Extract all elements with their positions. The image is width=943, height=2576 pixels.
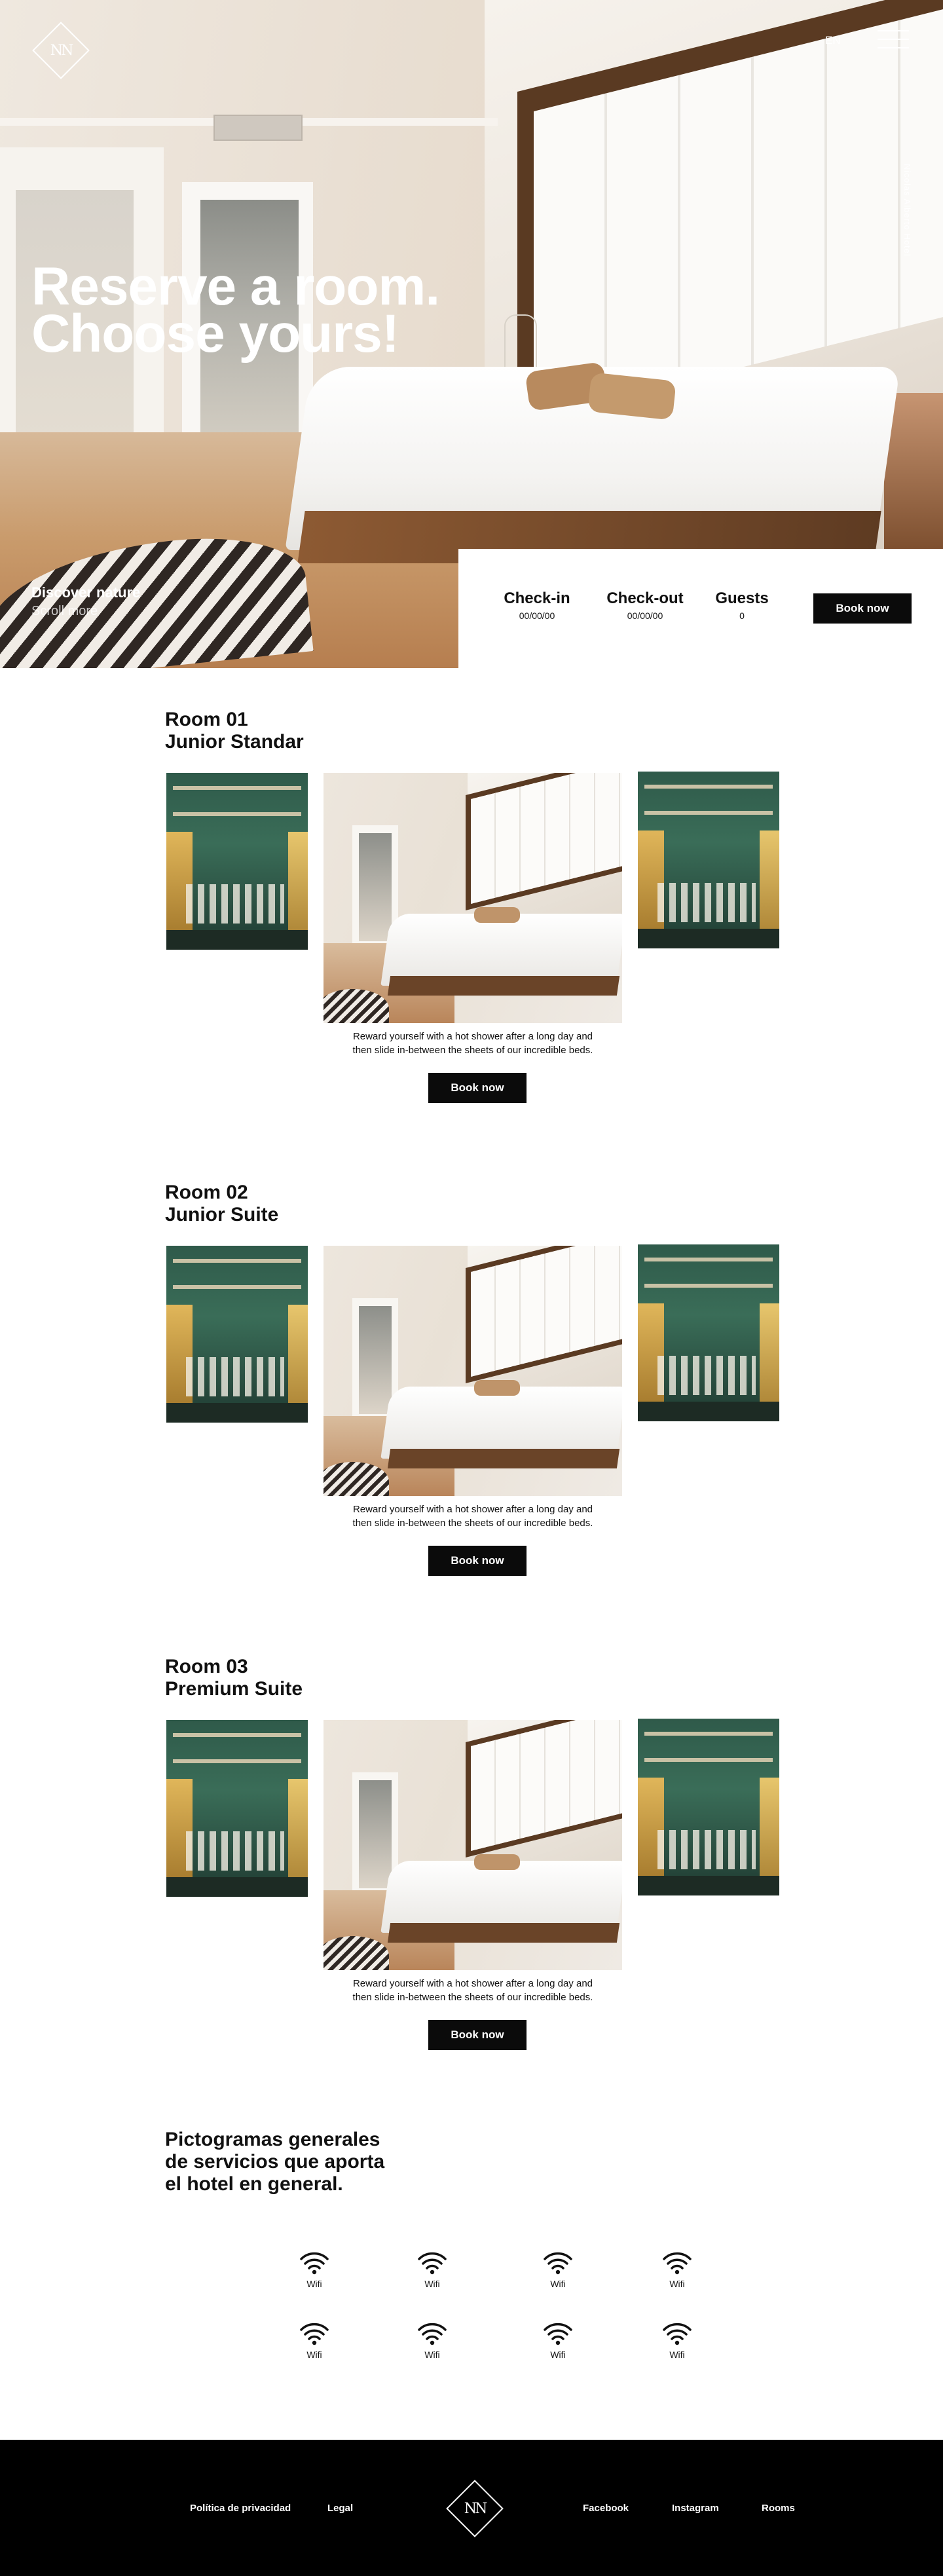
room-main-image[interactable] bbox=[324, 1720, 622, 1970]
guests-field[interactable]: Guests 0 bbox=[706, 589, 778, 621]
room-book-now-button[interactable]: Book now bbox=[428, 1546, 527, 1576]
room-gallery-image-left[interactable] bbox=[166, 773, 308, 950]
room-description: Reward yourself with a hot shower after … bbox=[324, 1030, 622, 1057]
room-title: Room 02 Junior Suite bbox=[165, 1182, 278, 1226]
hero-title: Reserve a room. Choose yours! bbox=[31, 260, 503, 361]
discover-nature-link[interactable]: Discover nature Scroll more bbox=[31, 584, 140, 619]
room-title: Room 03 Premium Suite bbox=[165, 1656, 303, 1700]
service-pictogram: Wifi bbox=[406, 2321, 458, 2360]
language-selector[interactable]: EN bbox=[825, 34, 841, 47]
pictograms-title-line-2: de servicios que aporta bbox=[165, 2151, 385, 2173]
checkin-value: 00/00/00 bbox=[519, 610, 555, 621]
room-name: Junior Standar bbox=[165, 731, 304, 753]
room-description-line-1: Reward yourself with a hot shower after … bbox=[352, 1031, 593, 1042]
room-main-image[interactable] bbox=[324, 1246, 622, 1496]
room-name: Junior Suite bbox=[165, 1204, 279, 1225]
room-description-line-1: Reward yourself with a hot shower after … bbox=[352, 1504, 593, 1515]
pictogram-label: Wifi bbox=[669, 2279, 685, 2289]
room-description-line-1: Reward yourself with a hot shower after … bbox=[352, 1978, 593, 1989]
room-number: Room 02 bbox=[165, 1182, 248, 1203]
room-gallery-image-left[interactable] bbox=[166, 1246, 308, 1423]
pictogram-label: Wifi bbox=[550, 2349, 566, 2360]
room-main-image[interactable] bbox=[324, 773, 622, 1023]
pictogram-label: Wifi bbox=[306, 2279, 322, 2289]
wifi-icon bbox=[300, 2252, 329, 2275]
wifi-icon bbox=[544, 2323, 572, 2345]
room-gallery-image-left[interactable] bbox=[166, 1720, 308, 1897]
room-card: Room 02 Junior Suite Reward yourself wit… bbox=[0, 1182, 943, 1601]
discover-title: Discover nature bbox=[31, 584, 141, 601]
room-gallery-image-right[interactable] bbox=[638, 772, 779, 948]
footer-instagram-link[interactable]: Instagram bbox=[672, 2503, 719, 2514]
service-pictogram: Wifi bbox=[532, 2321, 584, 2360]
footer-rooms-link[interactable]: Rooms bbox=[762, 2503, 795, 2514]
room-description: Reward yourself with a hot shower after … bbox=[324, 1977, 622, 2004]
wifi-icon bbox=[663, 2252, 692, 2275]
room-gallery-image-right[interactable] bbox=[638, 1719, 779, 1895]
service-pictogram: Wifi bbox=[651, 2250, 703, 2289]
wifi-icon bbox=[663, 2323, 692, 2345]
room-card: Room 01 Junior Standar Reward yourself w… bbox=[0, 709, 943, 1128]
service-pictogram: Wifi bbox=[532, 2250, 584, 2289]
room-gallery-image-right[interactable] bbox=[638, 1244, 779, 1421]
logo-monogram: NN bbox=[50, 42, 73, 59]
booking-bar: Check-in 00/00/00 Check-out 00/00/00 Gue… bbox=[498, 589, 917, 629]
checkin-field[interactable]: Check-in 00/00/00 bbox=[498, 589, 576, 621]
footer-legal-link[interactable]: Legal bbox=[327, 2503, 353, 2514]
guests-label: Guests bbox=[715, 589, 769, 607]
room-description-line-2: then slide in-between the sheets of our … bbox=[352, 1992, 593, 2003]
checkout-label: Check-out bbox=[606, 589, 684, 607]
service-pictogram: Wifi bbox=[288, 2250, 341, 2289]
vertical-side-text: Nicolas Alberto Hotel bbox=[902, 164, 912, 257]
book-now-button[interactable]: Book now bbox=[813, 593, 912, 624]
wifi-icon bbox=[418, 2323, 447, 2345]
hotel-logo[interactable]: NN bbox=[31, 21, 90, 80]
checkout-value: 00/00/00 bbox=[627, 610, 663, 621]
service-pictogram: Wifi bbox=[288, 2321, 341, 2360]
wifi-icon bbox=[300, 2323, 329, 2345]
pictograms-title-line-1: Pictogramas generales bbox=[165, 2129, 380, 2150]
room-number: Room 01 bbox=[165, 709, 248, 730]
logo-monogram: NN bbox=[464, 2500, 487, 2517]
hero-title-line-2: Choose yours! bbox=[31, 304, 399, 364]
pictogram-label: Wifi bbox=[306, 2349, 322, 2360]
footer-logo[interactable]: NN bbox=[445, 2479, 504, 2538]
footer-facebook-link[interactable]: Facebook bbox=[583, 2503, 629, 2514]
service-pictogram: Wifi bbox=[406, 2250, 458, 2289]
room-book-now-button[interactable]: Book now bbox=[428, 1073, 527, 1103]
footer-privacy-link[interactable]: Política de privacidad bbox=[190, 2503, 291, 2514]
room-description-line-2: then slide in-between the sheets of our … bbox=[352, 1518, 593, 1529]
wifi-icon bbox=[544, 2252, 572, 2275]
pictogram-label: Wifi bbox=[669, 2349, 685, 2360]
pictograms-grid: Wifi Wifi Wifi Wifi Wifi Wifi Wifi Wifi bbox=[288, 2250, 707, 2374]
site-footer: Política de privacidad Legal NN Facebook… bbox=[0, 2440, 943, 2576]
pictogram-label: Wifi bbox=[550, 2279, 566, 2289]
checkin-label: Check-in bbox=[504, 589, 570, 607]
checkout-field[interactable]: Check-out 00/00/00 bbox=[599, 589, 691, 621]
pictogram-label: Wifi bbox=[424, 2349, 440, 2360]
guests-value: 0 bbox=[739, 610, 745, 621]
wifi-icon bbox=[418, 2252, 447, 2275]
room-name: Premium Suite bbox=[165, 1678, 303, 1700]
scroll-more-text: Scroll more bbox=[31, 604, 98, 618]
hero-section: NN EN Nicolas Alberto Hotel Reserve a ro… bbox=[0, 0, 943, 668]
room-description: Reward yourself with a hot shower after … bbox=[324, 1503, 622, 1530]
room-card: Room 03 Premium Suite Reward yourself wi… bbox=[0, 1656, 943, 2075]
pictograms-title: Pictogramas generales de servicios que a… bbox=[165, 2129, 440, 2195]
pictogram-label: Wifi bbox=[424, 2279, 440, 2289]
pictograms-title-line-3: el hotel en general. bbox=[165, 2173, 343, 2195]
room-title: Room 01 Junior Standar bbox=[165, 709, 304, 753]
room-description-line-2: then slide in-between the sheets of our … bbox=[352, 1045, 593, 1056]
hamburger-menu-icon[interactable] bbox=[878, 30, 909, 50]
service-pictogram: Wifi bbox=[651, 2321, 703, 2360]
room-number: Room 03 bbox=[165, 1656, 248, 1677]
room-book-now-button[interactable]: Book now bbox=[428, 2020, 527, 2050]
